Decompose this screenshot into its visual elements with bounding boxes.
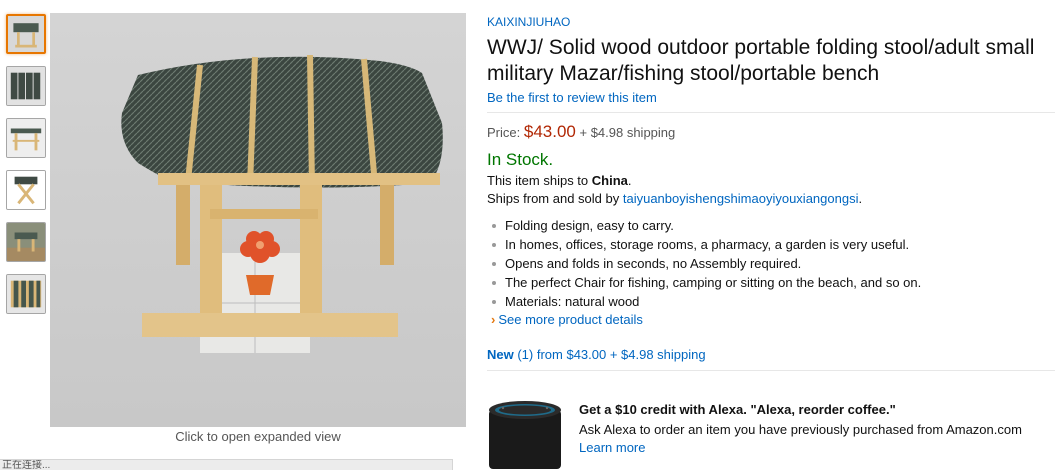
feature-bullet: The perfect Chair for fishing, camping o… [487, 273, 1055, 292]
stool-side-thumbnail-image [7, 119, 45, 157]
divider [487, 112, 1055, 113]
alexa-promo: Get a $10 credit with Alexa. "Alexa, reo… [487, 400, 1055, 469]
echo-speaker-icon [487, 400, 563, 469]
stool-detail-thumbnail-image [7, 275, 45, 313]
stool-outdoor-thumbnail-image [7, 223, 45, 261]
price-row: Price: $43.00 + $4.98 shipping [487, 122, 1055, 142]
ships-to-suffix: . [627, 173, 632, 188]
sold-by-prefix: Ships from and sold by [487, 191, 623, 206]
product-title: WWJ/ Solid wood outdoor portable folding… [487, 36, 1035, 85]
sold-by-suffix: . [858, 191, 863, 206]
product-info-panel: KAIXINJIUHAO WWJ/ Solid wood outdoor por… [487, 13, 1055, 371]
see-more-details-link[interactable]: › See more product details [487, 312, 1055, 327]
ships-to-country: China [591, 173, 628, 188]
stool-top-thumbnail-image [7, 67, 45, 105]
echo-device-image [487, 400, 563, 469]
thumbnail-2[interactable] [6, 66, 46, 106]
seller-link[interactable]: taiyuanboyishengshimaoyiyouxiangongsi [623, 191, 859, 206]
stock-status: In Stock. [487, 150, 554, 169]
divider [487, 370, 1055, 371]
thumbnail-4[interactable] [6, 170, 46, 210]
browser-status-bar: 正在连接... [0, 459, 453, 470]
alexa-headline: Get a $10 credit with Alexa. "Alexa, reo… [579, 402, 896, 417]
thumbnail-6[interactable] [6, 274, 46, 314]
feature-bullet: In homes, offices, storage rooms, a phar… [487, 235, 1055, 254]
feature-bullet: Materials: natural wood [487, 292, 1055, 311]
expand-view-caption: Click to open expanded view [175, 429, 341, 444]
alexa-learn-more-link[interactable]: Learn more [579, 440, 645, 455]
thumbnail-1[interactable] [6, 14, 46, 54]
thumbnail-5[interactable] [6, 222, 46, 262]
chevron-right-icon: › [491, 312, 496, 327]
new-offers-label: New [487, 347, 514, 362]
stool-folded-thumbnail-image [7, 171, 45, 209]
ships-to-line: This item ships to China. [487, 173, 1055, 188]
alexa-promo-text: Get a $10 credit with Alexa. "Alexa, reo… [579, 402, 1049, 457]
stool-front-thumbnail-image [8, 16, 44, 52]
ships-to-prefix: This item ships to [487, 173, 592, 188]
first-review-link[interactable]: Be the first to review this item [487, 90, 657, 105]
sold-by-line: Ships from and sold by taiyuanboyishengs… [487, 191, 1055, 206]
alexa-body: Ask Alexa to order an item you have prev… [579, 422, 1022, 437]
main-product-image[interactable] [50, 13, 466, 427]
shipping-cost: + $4.98 shipping [579, 125, 676, 140]
thumbnail-3[interactable] [6, 118, 46, 158]
feature-bullet: Opens and folds in seconds, no Assembly … [487, 254, 1055, 273]
price-value: $43.00 [523, 122, 576, 141]
brand-link[interactable]: KAIXINJIUHAO [487, 15, 570, 29]
feature-bullets: Folding design, easy to carry. In homes,… [487, 216, 1055, 311]
price-label: Price: [487, 125, 521, 140]
new-offers-link[interactable]: New (1) from $43.00 + $4.98 shipping [487, 347, 1055, 362]
folding-stool-image [50, 13, 466, 427]
see-more-details-label: See more product details [498, 312, 643, 327]
feature-bullet: Folding design, easy to carry. [487, 216, 1055, 235]
new-offers-detail: (1) from $43.00 + $4.98 shipping [513, 347, 706, 362]
thumbnail-strip [6, 14, 48, 326]
